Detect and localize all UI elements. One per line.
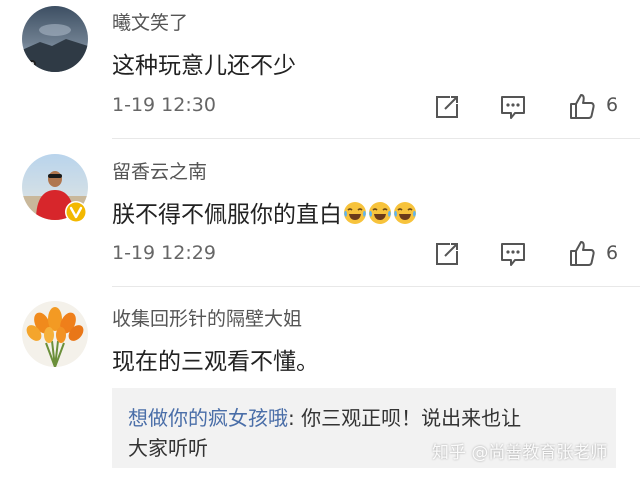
comment-text-row: 朕不得不佩服你的直白 xyxy=(112,195,417,229)
username[interactable]: 收集回形针的隔壁大姐 xyxy=(112,304,302,331)
thumbs-up-icon[interactable] xyxy=(568,92,596,120)
thumbs-up-icon[interactable] xyxy=(568,239,596,267)
share-icon[interactable] xyxy=(434,94,460,120)
reply-line-1: 想做你的疯女孩哦: 你三观正呗！说出来也让 xyxy=(128,402,521,431)
laugh-cry-emoji-icon xyxy=(344,202,366,224)
laugh-cry-emoji-icon xyxy=(394,202,416,224)
comment-text: 朕不得不佩服你的直白 xyxy=(112,202,342,228)
username[interactable]: 留香云之南 xyxy=(112,157,207,184)
divider xyxy=(112,286,640,287)
reply-line-2: 大家听听 xyxy=(128,432,208,461)
reply-separator: : xyxy=(288,406,302,430)
reply-author[interactable]: 想做你的疯女孩哦 xyxy=(128,406,288,430)
timestamp: 1-19 12:30 xyxy=(112,94,216,116)
comment-icon[interactable] xyxy=(500,241,526,267)
share-icon[interactable] xyxy=(434,241,460,267)
avatar-image xyxy=(22,301,88,367)
like-count: 6 xyxy=(606,94,619,116)
divider xyxy=(112,138,640,139)
comment-item: 留香云之南 朕不得不佩服你的直白 1-19 12:29 6 xyxy=(0,140,640,288)
reply-text-continued: 大家听听 xyxy=(128,436,208,460)
laugh-cry-emoji-icon xyxy=(369,202,391,224)
username[interactable]: 曦文笑了 xyxy=(112,8,188,35)
reply-text: 你三观正呗！说出来也让 xyxy=(301,406,522,430)
watermark: 知乎 @尚善教育张老师 xyxy=(432,443,608,463)
comment-item: 曦文笑了 这种玩意儿还不少 1-19 12:30 6 xyxy=(0,0,640,140)
avatar[interactable] xyxy=(22,6,88,72)
avatar-image xyxy=(22,6,88,72)
verified-badge-icon xyxy=(65,201,87,223)
avatar[interactable] xyxy=(22,301,88,367)
like-count: 6 xyxy=(606,242,619,264)
comment-text: 这种玩意儿还不少 xyxy=(112,53,296,79)
comment-icon[interactable] xyxy=(500,94,526,120)
timestamp: 1-19 12:29 xyxy=(112,242,216,264)
comment-text: 现在的三观看不懂。 xyxy=(112,349,319,375)
